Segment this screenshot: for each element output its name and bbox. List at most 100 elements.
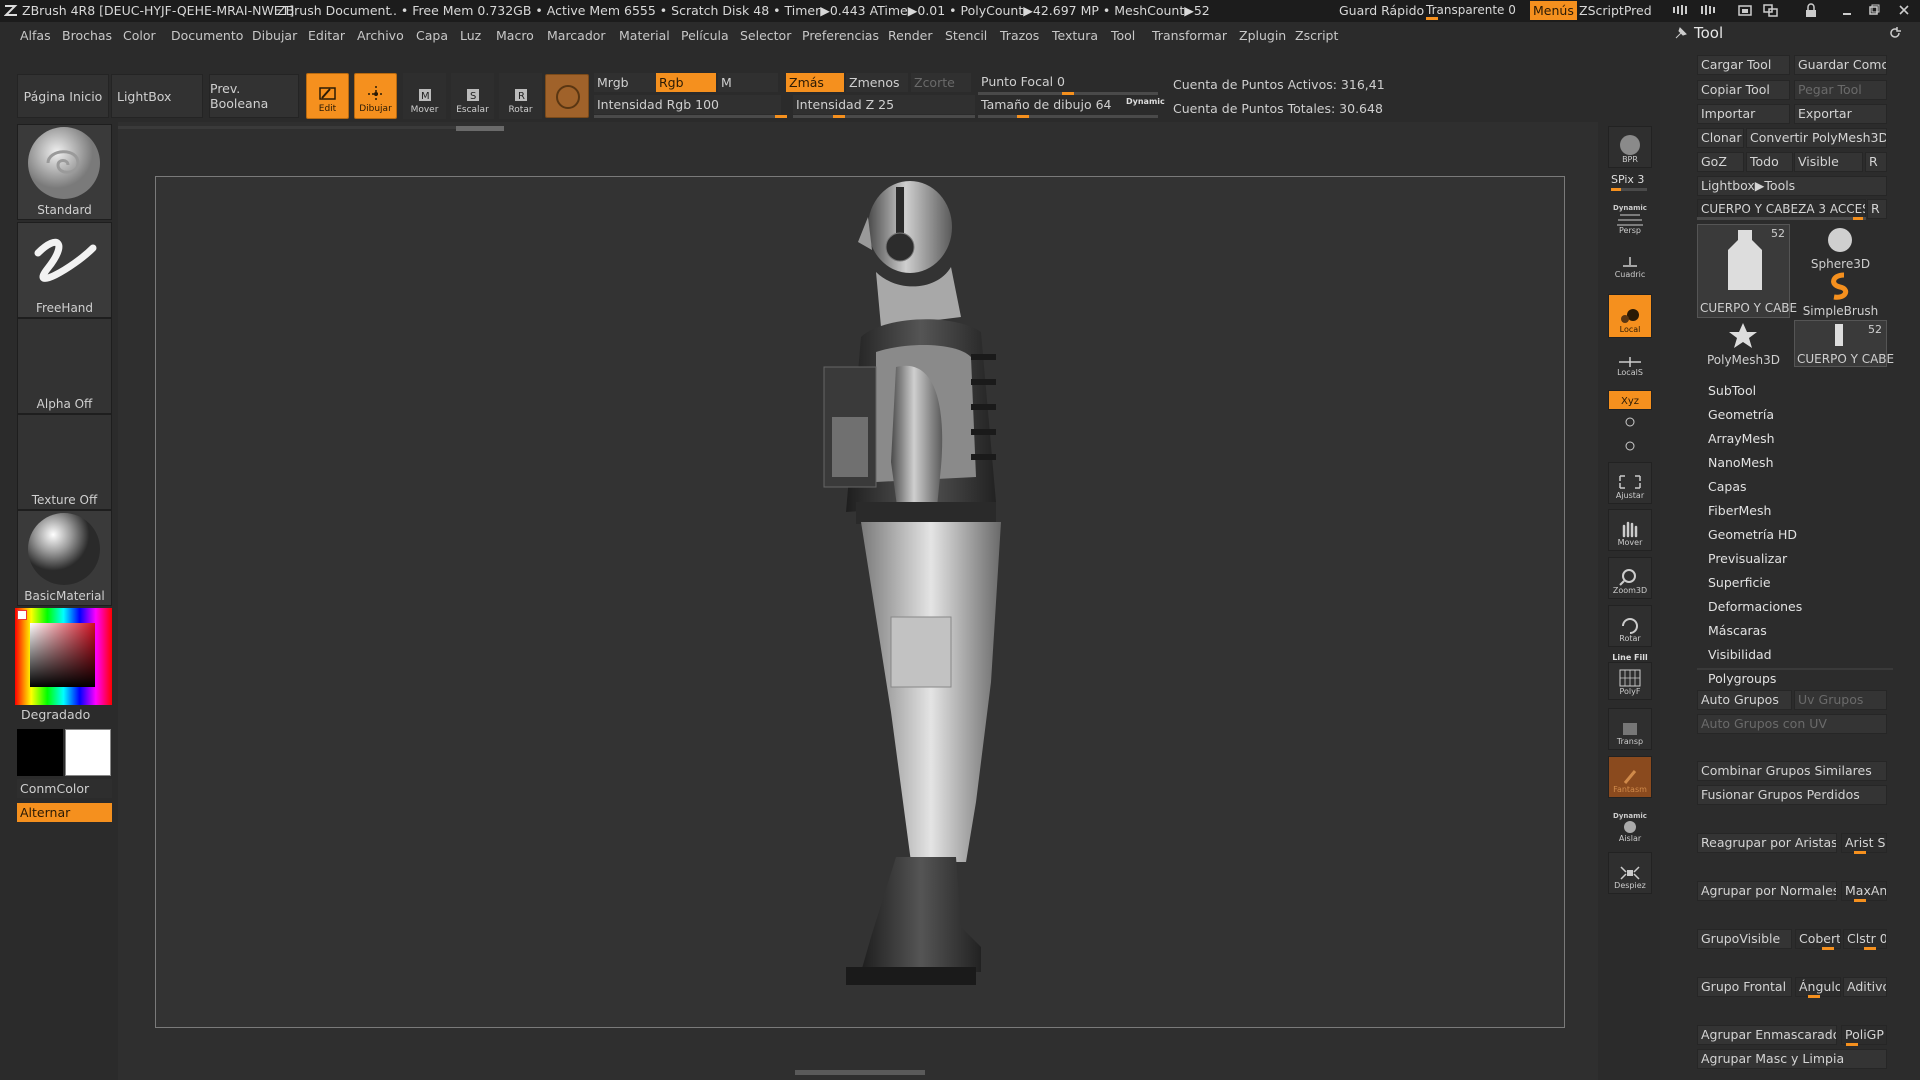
alternate-button[interactable]: Alternar	[17, 803, 112, 822]
auto-groups-button[interactable]: Auto Grupos	[1697, 690, 1792, 710]
home-page-button[interactable]: Página Inicio	[17, 74, 109, 118]
menus-toggle[interactable]: Menús	[1530, 1, 1577, 20]
tool-thumb-simplebrush[interactable]: SimpleBrush	[1794, 271, 1887, 318]
export-button[interactable]: Exportar	[1794, 104, 1887, 124]
section-visibilidad[interactable]: Visibilidad	[1708, 647, 1772, 662]
uv-groups-button[interactable]: Uv Grupos	[1794, 690, 1887, 710]
goz-all-button[interactable]: Todo	[1746, 152, 1793, 172]
menu-luz[interactable]: Luz	[460, 28, 481, 43]
lock-icon[interactable]	[1804, 3, 1818, 22]
transparency-button[interactable]: Transp	[1608, 708, 1652, 750]
interface-icon[interactable]	[1762, 3, 1780, 22]
section-previsualizar[interactable]: Previsualizar	[1708, 551, 1787, 566]
group-masked-button[interactable]: Agrupar Enmascarados	[1697, 1025, 1837, 1045]
import-button[interactable]: Importar	[1697, 104, 1790, 124]
local-button[interactable]: Local	[1608, 294, 1652, 338]
section-geometria[interactable]: Geometría	[1708, 407, 1774, 422]
menu-tool[interactable]: Tool	[1111, 28, 1135, 43]
section-superficie[interactable]: Superficie	[1708, 575, 1771, 590]
menu-documento[interactable]: Documento	[171, 28, 243, 43]
edge-s-slider[interactable]: Arist S	[1841, 833, 1887, 853]
menu-transformar[interactable]: Transformar	[1152, 28, 1227, 43]
poligp-slider[interactable]: PoliGP	[1841, 1025, 1887, 1045]
menu-render[interactable]: Render	[888, 28, 933, 43]
section-deformaciones[interactable]: Deformaciones	[1708, 599, 1802, 614]
color-mode-button[interactable]: ConmColor	[17, 779, 112, 798]
merge-similar-groups-button[interactable]: Combinar Grupos Similares	[1697, 761, 1887, 781]
mrgb-toggle[interactable]: Mrgb	[594, 73, 656, 92]
current-tool-r-button[interactable]: R	[1867, 199, 1887, 219]
goz-button[interactable]: GoZ	[1697, 152, 1744, 172]
material-selector[interactable]: BasicMaterial	[17, 510, 112, 606]
polyframe-button[interactable]: PolyF	[1608, 662, 1652, 700]
menu-pelicula[interactable]: Película	[681, 28, 729, 43]
rotate-button[interactable]: R Rotar	[499, 73, 542, 119]
zoom-button[interactable]: Zoom3D	[1608, 557, 1652, 599]
spix-slider[interactable]: SPix 3	[1611, 173, 1644, 186]
tool-thumb-cuerpo-2[interactable]: 52 CUERPO Y CABE	[1794, 320, 1894, 367]
zadd-toggle[interactable]: Zmás	[786, 73, 844, 92]
bottom-scroll-handle[interactable]	[795, 1070, 925, 1075]
menu-zplugin[interactable]: Zplugin	[1239, 28, 1286, 43]
bpr-button[interactable]: BPR	[1608, 126, 1652, 168]
menu-textura[interactable]: Textura	[1052, 28, 1098, 43]
stroke-selector[interactable]: FreeHand	[17, 222, 112, 318]
menu-brochas[interactable]: Brochas	[62, 28, 112, 43]
menu-editar[interactable]: Editar	[308, 28, 345, 43]
menu-trazos[interactable]: Trazos	[1000, 28, 1039, 43]
section-arraymesh[interactable]: ArrayMesh	[1708, 431, 1775, 446]
tool-thumb-polymesh3d[interactable]: PolyMesh3D	[1697, 320, 1790, 367]
rotate-y-icon[interactable]	[1624, 416, 1636, 431]
alpha-selector[interactable]: Alpha Off	[17, 318, 112, 414]
color-picker[interactable]	[15, 608, 112, 705]
goz-r-button[interactable]: R	[1865, 152, 1887, 172]
rotate-z-icon[interactable]	[1624, 440, 1636, 455]
secondary-color-swatch[interactable]	[17, 729, 63, 776]
maximize-icon[interactable]	[1868, 4, 1880, 19]
rgb-toggle[interactable]: Rgb	[656, 73, 716, 92]
shelf-scroll-thumb[interactable]	[456, 126, 504, 131]
xyz-button[interactable]: Xyz	[1608, 390, 1652, 410]
current-tool-slider[interactable]: CUERPO Y CABEZA 3 ACCESORIOS	[1697, 199, 1866, 219]
floor-button[interactable]: Cuadric	[1608, 242, 1652, 282]
section-fibermesh[interactable]: FiberMesh	[1708, 503, 1771, 518]
document-viewport[interactable]	[155, 176, 1565, 1028]
section-geometria-hd[interactable]: Geometría HD	[1708, 527, 1797, 542]
layout-icon[interactable]	[1737, 3, 1755, 22]
tool-thumb-sphere3d[interactable]: Sphere3D	[1794, 224, 1887, 271]
menu-dibujar[interactable]: Dibujar	[252, 28, 297, 43]
menu-capa[interactable]: Capa	[416, 28, 448, 43]
regroup-edges-button[interactable]: Reagrupar por Aristas	[1697, 833, 1837, 853]
boolean-preview-button[interactable]: Prev. Booleana	[209, 74, 299, 118]
gradient-label[interactable]: Degradado	[21, 707, 90, 722]
palette-refresh-icon[interactable]	[1888, 26, 1902, 43]
group-normals-button[interactable]: Agrupar por Normales	[1697, 881, 1837, 901]
section-polygroups[interactable]: Polygroups	[1708, 671, 1776, 686]
menu-preferencias[interactable]: Preferencias	[802, 28, 879, 43]
zcut-toggle[interactable]: Zcorte	[911, 73, 971, 92]
clone-button[interactable]: Clonar	[1697, 128, 1744, 148]
menu-selector[interactable]: Selector	[740, 28, 791, 43]
merge-stray-groups-button[interactable]: Fusionar Grupos Perdidos	[1697, 785, 1887, 805]
m-toggle[interactable]: M	[718, 73, 778, 92]
section-mascaras[interactable]: Máscaras	[1708, 623, 1767, 638]
ghost-button[interactable]: Fantasm	[1608, 756, 1652, 798]
lightbox-tools-button[interactable]: Lightbox▶Tools	[1697, 176, 1887, 196]
rgb-intensity-slider[interactable]: Intensidad Rgb 100	[594, 95, 781, 114]
scroll-left-icon[interactable]	[1671, 4, 1693, 19]
z-intensity-slider[interactable]: Intensidad Z 25	[793, 95, 975, 114]
scale-button[interactable]: S Escalar	[451, 73, 494, 119]
front-group-button[interactable]: Grupo Frontal	[1697, 977, 1792, 997]
tool-thumb-cuerpo-1[interactable]: 52 CUERPO Y CABE	[1697, 224, 1797, 318]
edit-button[interactable]: Edit	[306, 73, 349, 119]
shelf-scroll-indicator[interactable]	[118, 126, 503, 129]
soldier-model[interactable]	[156, 177, 1564, 1027]
main-color-swatch[interactable]	[65, 729, 111, 776]
scroll-right-icon[interactable]	[1699, 4, 1721, 19]
menu-stencil[interactable]: Stencil	[945, 28, 987, 43]
section-subtool[interactable]: SubTool	[1708, 383, 1756, 398]
quick-save-button[interactable]: Guard Rápido	[1339, 3, 1424, 18]
move-button[interactable]: M Mover	[403, 73, 446, 119]
transparent-slider[interactable]: Transparente 0	[1426, 3, 1516, 17]
section-capas[interactable]: Capas	[1708, 479, 1747, 494]
